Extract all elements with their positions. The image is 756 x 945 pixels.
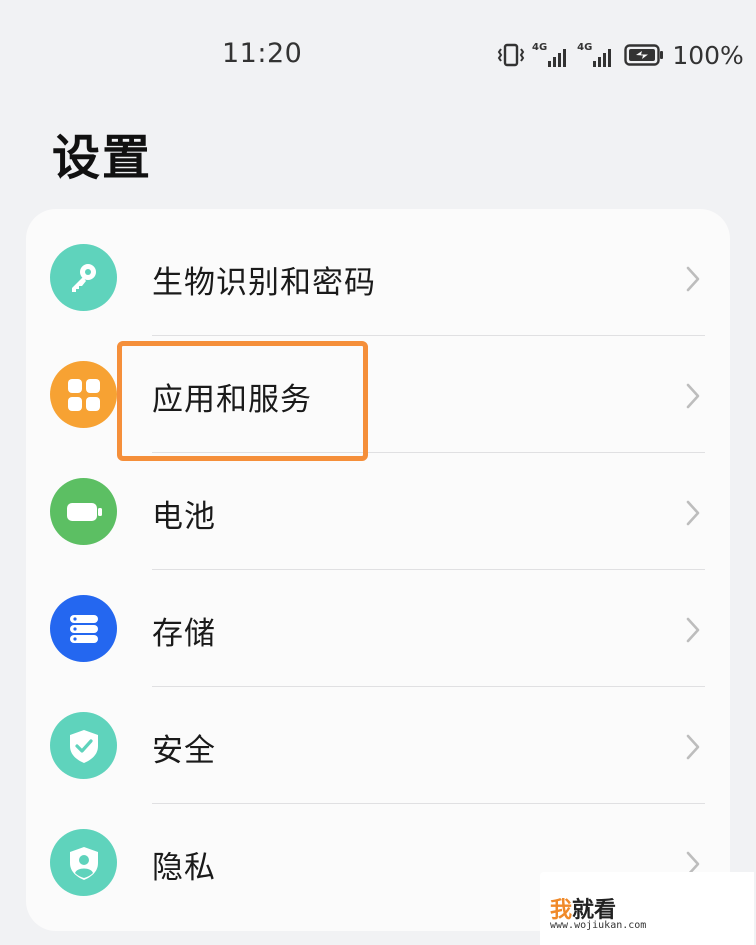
apps-grid-icon: [50, 361, 117, 428]
settings-item-label: 生物识别和密码: [152, 265, 376, 301]
network-type-label: 4G: [532, 42, 548, 53]
signal-4g-icon: 4G: [577, 42, 614, 68]
settings-item-label: 应用和服务: [152, 382, 312, 418]
settings-item-security[interactable]: 安全: [26, 687, 730, 804]
settings-list: 生物识别和密码 应用和服务 电池 存储 安全 隐私: [26, 209, 730, 931]
battery-charging-icon: [624, 44, 664, 66]
watermark-url: www.wojiukan.com: [550, 920, 647, 931]
battery-percent: 100%: [672, 40, 744, 70]
settings-item-label: 安全: [152, 733, 216, 769]
settings-item-biometrics[interactable]: 生物识别和密码: [26, 219, 730, 336]
battery-icon: [50, 478, 117, 545]
storage-icon: [50, 595, 117, 662]
privacy-shield-icon: [50, 829, 117, 896]
settings-item-apps-services[interactable]: 应用和服务: [26, 336, 730, 453]
chevron-right-icon: [686, 734, 700, 760]
chevron-right-icon: [686, 617, 700, 643]
vibrate-icon: [497, 43, 525, 67]
key-icon: [50, 244, 117, 311]
status-icons: 4G 4G 100%: [496, 40, 744, 70]
signal-4g-icon: 4G: [532, 42, 569, 68]
chevron-right-icon: [686, 383, 700, 409]
settings-item-label: 隐私: [152, 850, 216, 886]
chevron-right-icon: [686, 500, 700, 526]
chevron-right-icon: [686, 266, 700, 292]
watermark: 我就看 www.wojiukan.com: [540, 872, 754, 945]
shield-check-icon: [50, 712, 117, 779]
network-type-label: 4G: [577, 42, 593, 53]
page-title: 设置: [52, 130, 153, 186]
settings-item-storage[interactable]: 存储: [26, 570, 730, 687]
settings-item-label: 存储: [152, 616, 216, 652]
status-time: 11:20: [222, 38, 303, 69]
settings-item-label: 电池: [152, 499, 216, 535]
settings-item-battery[interactable]: 电池: [26, 453, 730, 570]
status-bar: 11:20 4G 4G 100%: [0, 0, 756, 110]
